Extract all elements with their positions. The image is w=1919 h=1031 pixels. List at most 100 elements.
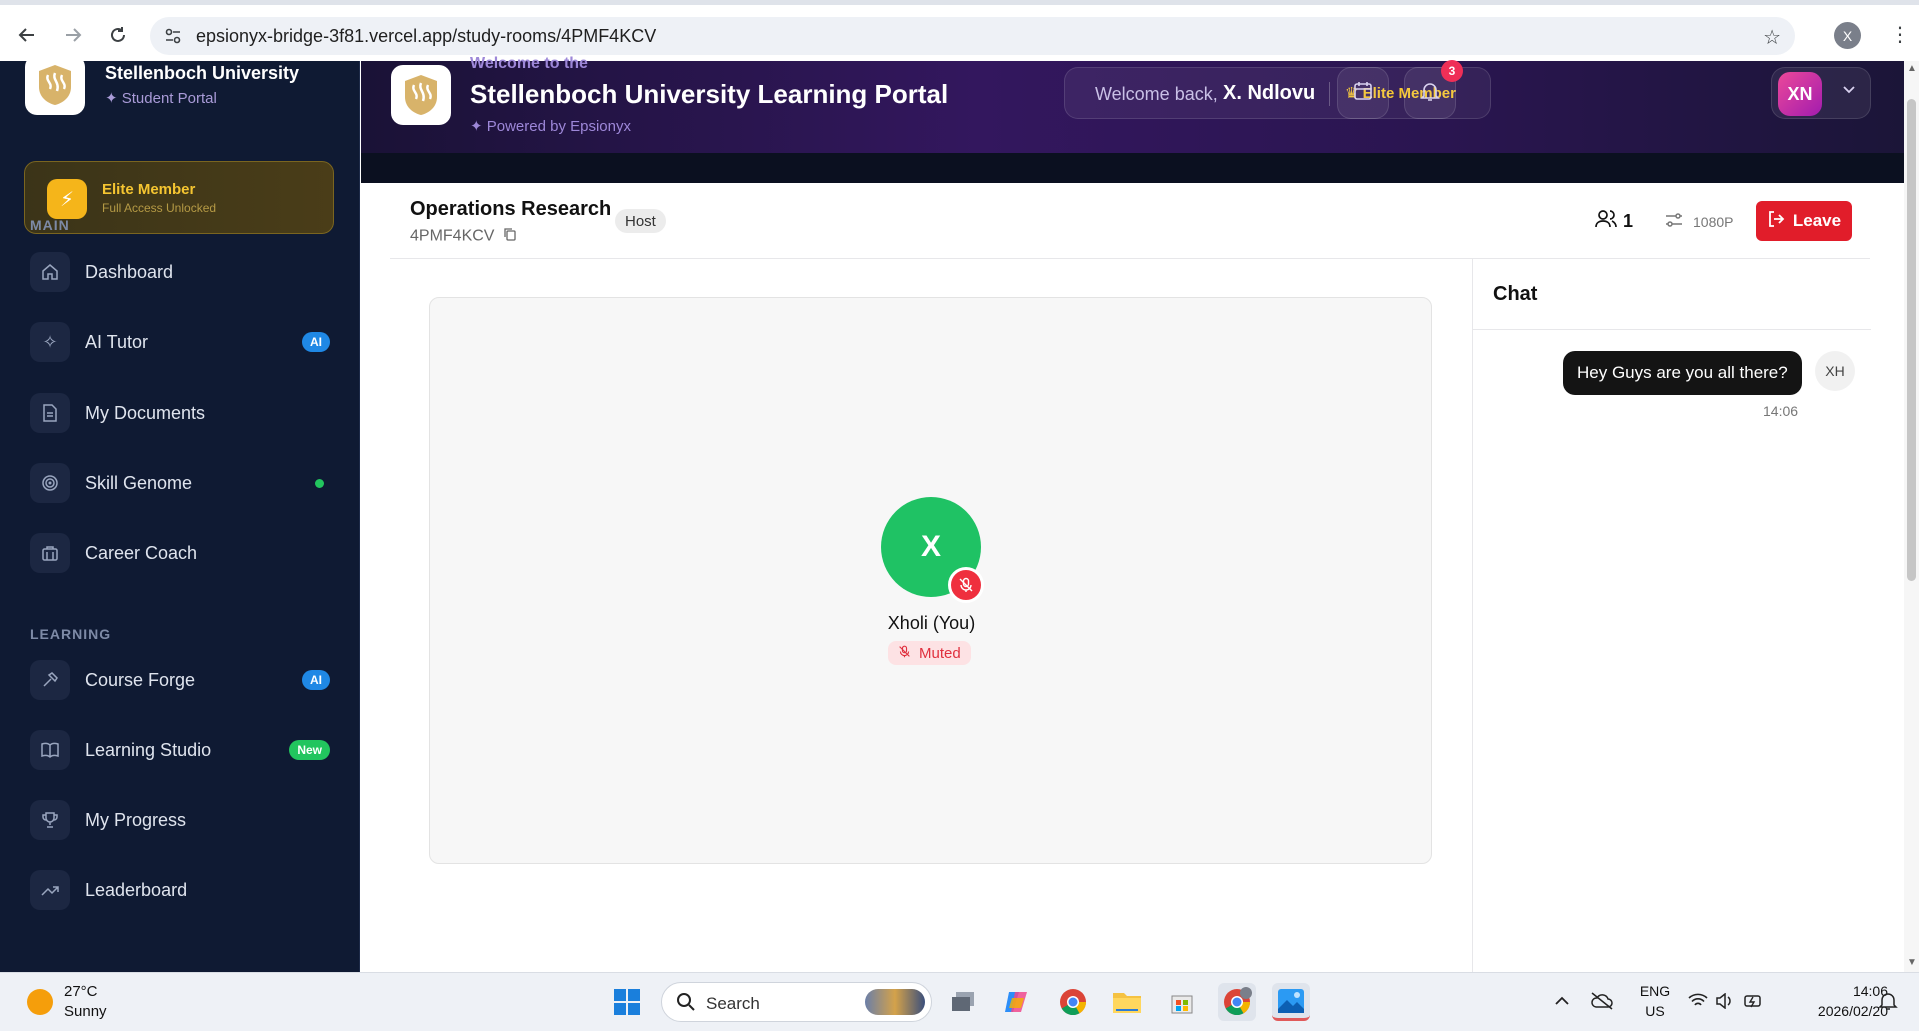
- mic-off-icon: [948, 567, 984, 603]
- browser-toolbar: epsionyx-bridge-3f81.vercel.app/study-ro…: [0, 0, 1919, 61]
- book-icon: [30, 730, 70, 770]
- sidebar-item-learning-studio[interactable]: Learning Studio New: [30, 728, 330, 772]
- hammer-icon: [30, 660, 70, 700]
- leave-label: Leave: [1792, 211, 1842, 230]
- sidebar-item-my-progress[interactable]: My Progress: [30, 798, 330, 842]
- scroll-thumb[interactable]: [1907, 99, 1916, 581]
- sidebar: Stellenboch University ✦ Student Portal …: [0, 61, 360, 972]
- task-view-icon[interactable]: [944, 983, 982, 1021]
- message-timestamp: 14:06: [1763, 403, 1799, 419]
- file-explorer-icon[interactable]: [1108, 983, 1146, 1021]
- sidebar-item-my-documents[interactable]: My Documents: [30, 391, 330, 435]
- leave-button[interactable]: Leave: [1756, 201, 1852, 241]
- content-background: [361, 153, 1904, 183]
- users-icon: [1595, 209, 1617, 234]
- chrome-profile-icon[interactable]: [1218, 983, 1256, 1021]
- avatar: XH: [1815, 351, 1855, 391]
- elite-subtitle: Full Access Unlocked: [102, 201, 217, 215]
- sidebar-item-label: Skill Genome: [85, 472, 193, 493]
- sun-icon[interactable]: [27, 989, 53, 1015]
- user-menu[interactable]: XN: [1771, 67, 1871, 119]
- volume-icon[interactable]: [1715, 992, 1733, 1014]
- chevron-down-icon: [1842, 82, 1856, 99]
- elite-member-card[interactable]: ⚡ Elite Member Full Access Unlocked: [24, 161, 334, 234]
- elite-title: Elite Member: [102, 181, 196, 198]
- browser-menu-icon[interactable]: ⋮: [1890, 22, 1910, 47]
- battery-charging-icon[interactable]: [1744, 992, 1764, 1015]
- windows-start-icon[interactable]: [608, 983, 646, 1021]
- taskbar-search[interactable]: Search: [661, 982, 932, 1022]
- home-icon: [30, 252, 70, 292]
- taskbar: 27°C Sunny Search ENG US 14:06 2026/02/2…: [0, 972, 1919, 1031]
- sparkles-icon: ✦: [105, 90, 122, 107]
- participant-count[interactable]: 1: [1595, 209, 1633, 234]
- chrome-icon[interactable]: [1054, 983, 1092, 1021]
- page-scrollbar[interactable]: ▲ ▼: [1904, 61, 1919, 972]
- brand-title: Stellenboch University: [105, 63, 300, 83]
- back-icon[interactable]: [12, 20, 42, 50]
- wifi-icon[interactable]: [1688, 993, 1708, 1014]
- sidebar-brand[interactable]: Stellenboch University ✦ Student Portal: [25, 61, 299, 115]
- sidebar-item-dashboard[interactable]: Dashboard: [30, 250, 330, 294]
- room-toolbar: Operations Research 4PMF4KCV Host 1 1080…: [390, 183, 1870, 259]
- chat-title: Chat: [1493, 283, 1538, 305]
- welcome-text: Welcome back,: [1095, 84, 1218, 104]
- address-bar[interactable]: epsionyx-bridge-3f81.vercel.app/study-ro…: [150, 17, 1795, 55]
- room-code-text: 4PMF4KCV: [410, 227, 495, 245]
- browser-profile-avatar[interactable]: X: [1834, 22, 1861, 49]
- scroll-down-icon[interactable]: ▼: [1907, 957, 1917, 968]
- weather-description[interactable]: Sunny: [64, 1003, 107, 1020]
- sidebar-item-label: AI Tutor: [85, 331, 149, 352]
- chat-header: Chat: [1473, 259, 1871, 330]
- new-badge: New: [289, 740, 330, 760]
- scroll-up-icon[interactable]: ▲: [1907, 63, 1917, 74]
- sidebar-item-ai-tutor[interactable]: ✧ AI Tutor AI: [30, 320, 330, 364]
- clock-date[interactable]: 2026/02/20: [1784, 1003, 1888, 1019]
- chat-message: Hey Guys are you all there?: [1563, 351, 1802, 395]
- bookmark-star-icon[interactable]: ☆: [1763, 25, 1781, 50]
- notification-center-icon[interactable]: [1878, 991, 1898, 1016]
- muted-status-text: Muted: [919, 644, 961, 662]
- sidebar-item-label: Career Coach: [85, 542, 198, 563]
- reload-icon[interactable]: [103, 20, 133, 50]
- participant-count-value: 1: [1623, 211, 1634, 231]
- copilot-icon[interactable]: [998, 983, 1036, 1021]
- room-code: 4PMF4KCV: [410, 227, 517, 246]
- university-logo: [391, 65, 451, 125]
- chevron-up-icon[interactable]: [1554, 993, 1570, 1014]
- video-quality[interactable]: 1080P: [1665, 212, 1733, 231]
- sidebar-item-label: Learning Studio: [85, 739, 212, 760]
- calendar-button[interactable]: [1337, 67, 1389, 119]
- search-icon: [676, 992, 696, 1017]
- clock-time[interactable]: 14:06: [1784, 983, 1888, 999]
- sidebar-item-leaderboard[interactable]: Leaderboard: [30, 868, 330, 912]
- briefcase-icon: [30, 533, 70, 573]
- weather-temperature[interactable]: 27°C: [64, 983, 98, 1000]
- ai-badge: AI: [302, 670, 330, 690]
- university-logo: [25, 61, 85, 115]
- sidebar-item-label: Course Forge: [85, 669, 196, 690]
- site-info-icon[interactable]: [164, 27, 182, 50]
- notifications-button[interactable]: 3: [1404, 60, 1463, 119]
- url-text[interactable]: epsionyx-bridge-3f81.vercel.app/study-ro…: [196, 26, 656, 47]
- language-bottom[interactable]: US: [1635, 1003, 1675, 1019]
- sidebar-item-career-coach[interactable]: Career Coach: [30, 531, 330, 575]
- bell-icon: [1419, 80, 1441, 107]
- language-top[interactable]: ENG: [1635, 983, 1675, 999]
- sidebar-item-skill-genome[interactable]: Skill Genome: [30, 461, 330, 505]
- section-label-main: MAIN: [30, 217, 70, 233]
- logout-icon: [1767, 210, 1785, 233]
- header-kicker: Welcome to the: [470, 55, 588, 72]
- settings-sliders-icon: [1665, 212, 1683, 231]
- target-icon: [30, 463, 70, 503]
- brand-subtitle: ✦ Student Portal: [105, 90, 217, 107]
- search-placeholder: Search: [706, 994, 760, 1013]
- sidebar-item-course-forge[interactable]: Course Forge AI: [30, 658, 330, 702]
- copy-icon[interactable]: [503, 227, 517, 246]
- photos-icon[interactable]: [1272, 983, 1310, 1021]
- video-tile: X Xholi (You) Muted: [429, 297, 1432, 864]
- microsoft-store-icon[interactable]: [1163, 983, 1201, 1021]
- cloud-off-icon[interactable]: [1590, 991, 1614, 1016]
- sidebar-item-label: My Documents: [85, 402, 206, 423]
- forward-icon[interactable]: [58, 20, 88, 50]
